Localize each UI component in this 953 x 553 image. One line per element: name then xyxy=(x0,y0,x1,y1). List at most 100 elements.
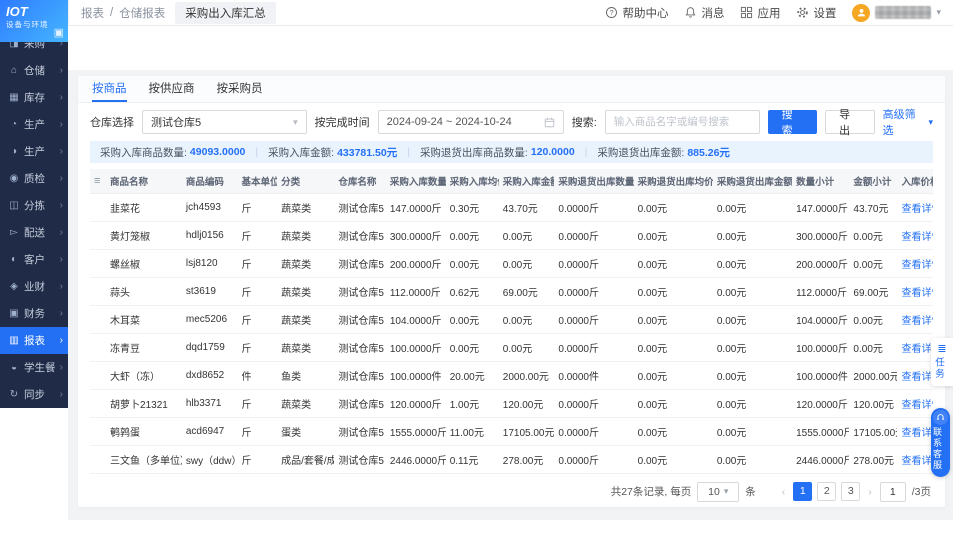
warehouse-select[interactable]: 测试仓库5 ▾ xyxy=(142,110,307,134)
sidebar-item-customer[interactable]: ◐客户› xyxy=(0,246,68,273)
sidebar-item-quality[interactable]: ◉质检› xyxy=(0,165,68,192)
table-cell: 300.0000斤 xyxy=(792,221,849,249)
tab-by-buyer[interactable]: 按采购员 xyxy=(217,76,263,102)
table-cell: acd6947 xyxy=(182,417,238,445)
date-range-picker[interactable]: 2024-09-24 ~ 2024-10-24 xyxy=(378,110,564,134)
view-detail-link[interactable]: 查看详情 xyxy=(901,428,933,439)
prev-page-button[interactable]: ‹ xyxy=(780,486,788,498)
table-cell: 测试仓库5 xyxy=(334,277,385,305)
view-detail-link[interactable]: 查看详情 xyxy=(901,456,933,467)
page-button-1[interactable]: 1 xyxy=(793,482,812,501)
column-header: 采购退货出库均价 xyxy=(634,169,713,193)
table-cell: 0.0000斤 xyxy=(554,333,633,361)
search-input[interactable] xyxy=(614,116,751,128)
sidebar-item-biz-finance[interactable]: ◈业财› xyxy=(0,273,68,300)
advanced-filter-toggle[interactable]: 高级筛选 ▾ xyxy=(883,106,933,138)
table-cell: dxd8652 xyxy=(182,361,238,389)
table-cell: 0.00元 xyxy=(634,389,713,417)
page-button-3[interactable]: 3 xyxy=(841,482,860,501)
task-panel-button[interactable]: ≣ 任务 xyxy=(931,338,953,386)
table-cell: 蔬菜类 xyxy=(277,249,334,277)
help-menu-item[interactable]: ? 帮助中心 xyxy=(605,5,668,21)
table-cell: 0.00元 xyxy=(446,333,499,361)
breadcrumb-warehouse-reports[interactable]: 仓储报表 xyxy=(119,5,165,21)
view-detail-link[interactable]: 查看详情 xyxy=(901,232,933,243)
help-label: 帮助中心 xyxy=(622,5,668,21)
summary-divider: | xyxy=(585,146,588,158)
table-row: 螺丝椒lsj8120斤蔬菜类测试仓库5200.0000斤0.00元0.00元0.… xyxy=(90,249,933,277)
sidebar-item-production-2[interactable]: ◑生产› xyxy=(0,138,68,165)
iot-device-icon: ▣ xyxy=(54,26,64,39)
sidebar-item-reports[interactable]: ▥ 报表 › xyxy=(0,327,68,354)
chevron-right-icon: › xyxy=(60,173,63,184)
sidebar-item-sync[interactable]: ↻同步› xyxy=(0,381,68,408)
chevron-right-icon: › xyxy=(60,200,63,211)
view-detail-link[interactable]: 查看详情 xyxy=(901,316,933,327)
sidebar-item-production-1[interactable]: ◔生产› xyxy=(0,111,68,138)
sidebar-item-warehouse[interactable]: ⌂仓储› xyxy=(0,57,68,84)
table-cell: 200.0000斤 xyxy=(792,249,849,277)
table-row: 冻青豆dqd1759斤蔬菜类测试仓库5100.0000斤0.00元0.00元0.… xyxy=(90,333,933,361)
sidebar-item-label: 报表 xyxy=(24,333,56,348)
chevron-down-icon: ▾ xyxy=(724,486,729,497)
table-cell: 蔬菜类 xyxy=(277,389,334,417)
sidebar-item-sorting[interactable]: ◫分拣› xyxy=(0,192,68,219)
search-button[interactable]: 搜索 xyxy=(768,110,818,134)
table-cell: 0.00元 xyxy=(499,333,555,361)
table-row: 韭菜花jch4593斤蔬菜类测试仓库5147.0000斤0.30元43.70元0… xyxy=(90,193,933,221)
table-cell: 2446.0000斤 xyxy=(792,445,849,473)
view-detail-link[interactable]: 查看详情 xyxy=(901,344,933,355)
settings-menu-item[interactable]: 设置 xyxy=(796,5,836,21)
top-bar: 报表 / 仓储报表 采购出入库汇总 ?帮助中心消息应用设置▾ xyxy=(0,0,953,26)
messages-menu-item[interactable]: 消息 xyxy=(684,5,724,21)
next-page-button[interactable]: › xyxy=(866,486,874,498)
table-cell: 120.00元 xyxy=(849,389,897,417)
chevron-right-icon: › xyxy=(60,335,63,346)
summary-strip: 采购入库商品数量:49093.0000|采购入库金额:433781.50元|采购… xyxy=(90,141,933,163)
customer-service-button[interactable]: 联系客服 xyxy=(931,408,950,477)
page-jump-input[interactable] xyxy=(880,482,906,502)
reports-icon: ▥ xyxy=(8,335,20,346)
view-detail-link[interactable]: 查看详情 xyxy=(901,260,933,271)
view-detail-link[interactable]: 查看详情 xyxy=(901,400,933,411)
table-cell: 胡萝卜21321 xyxy=(106,389,182,417)
apps-menu-item[interactable]: 应用 xyxy=(740,5,780,21)
table-cell: 鹌鹑蛋 xyxy=(106,417,182,445)
view-detail-link[interactable]: 查看详情 xyxy=(901,372,933,383)
quality-icon: ◉ xyxy=(8,173,20,184)
sidebar-item-inventory[interactable]: ▦库存› xyxy=(0,84,68,111)
chevron-right-icon: › xyxy=(60,308,63,319)
sidebar-item-student-meal[interactable]: ◒学生餐› xyxy=(0,354,68,381)
tab-by-supplier[interactable]: 按供应商 xyxy=(149,76,195,102)
layers-icon: ≣ xyxy=(931,343,953,355)
user-menu[interactable]: ▾ xyxy=(852,4,941,22)
iot-module-tile[interactable]: IOT 设备与环境 ▣ xyxy=(0,0,68,42)
per-page-select[interactable]: 10 ▾ xyxy=(697,482,739,502)
tab-by-product[interactable]: 按商品 xyxy=(92,76,127,102)
table-cell: 0.00元 xyxy=(499,305,555,333)
column-settings-icon[interactable]: ≡ xyxy=(94,175,100,187)
table-cell: 测试仓库5 xyxy=(334,417,385,445)
page-tab-purchase-inout-summary[interactable]: 采购出入库汇总 xyxy=(175,2,276,24)
page-button-2[interactable]: 2 xyxy=(817,482,836,501)
summary-value: 120.0000 xyxy=(531,146,575,158)
export-button[interactable]: 导出 xyxy=(825,110,875,134)
report-table-wrap: ≡商品名称商品编码基本单位分类仓库名称采购入库数量采购入库均价采购入库金额采购退… xyxy=(90,169,933,474)
view-detail-link[interactable]: 查看详情 xyxy=(901,204,933,215)
help-icon: ? xyxy=(605,6,618,19)
production-1-icon: ◔ xyxy=(8,119,20,130)
date-range-value: 2024-09-24 ~ 2024-10-24 xyxy=(387,116,512,128)
table-cell: 0.00元 xyxy=(849,249,897,277)
breadcrumb-reports[interactable]: 报表 xyxy=(81,5,104,21)
search-label: 搜索: xyxy=(572,114,597,130)
sidebar-item-finance[interactable]: ▣财务› xyxy=(0,300,68,327)
summary-value: 49093.0000 xyxy=(190,146,245,158)
table-cell: 0.0000斤 xyxy=(554,389,633,417)
sidebar-item-delivery[interactable]: ▻配送› xyxy=(0,219,68,246)
view-detail-link[interactable]: 查看详情 xyxy=(901,288,933,299)
table-cell: 0.00元 xyxy=(713,249,792,277)
table-row: 胡萝卜21321hlb3371斤蔬菜类测试仓库5120.0000斤1.00元12… xyxy=(90,389,933,417)
sidebar-item-label: 财务 xyxy=(24,306,56,321)
table-cell: st3619 xyxy=(182,277,238,305)
table-cell: 斤 xyxy=(238,333,278,361)
